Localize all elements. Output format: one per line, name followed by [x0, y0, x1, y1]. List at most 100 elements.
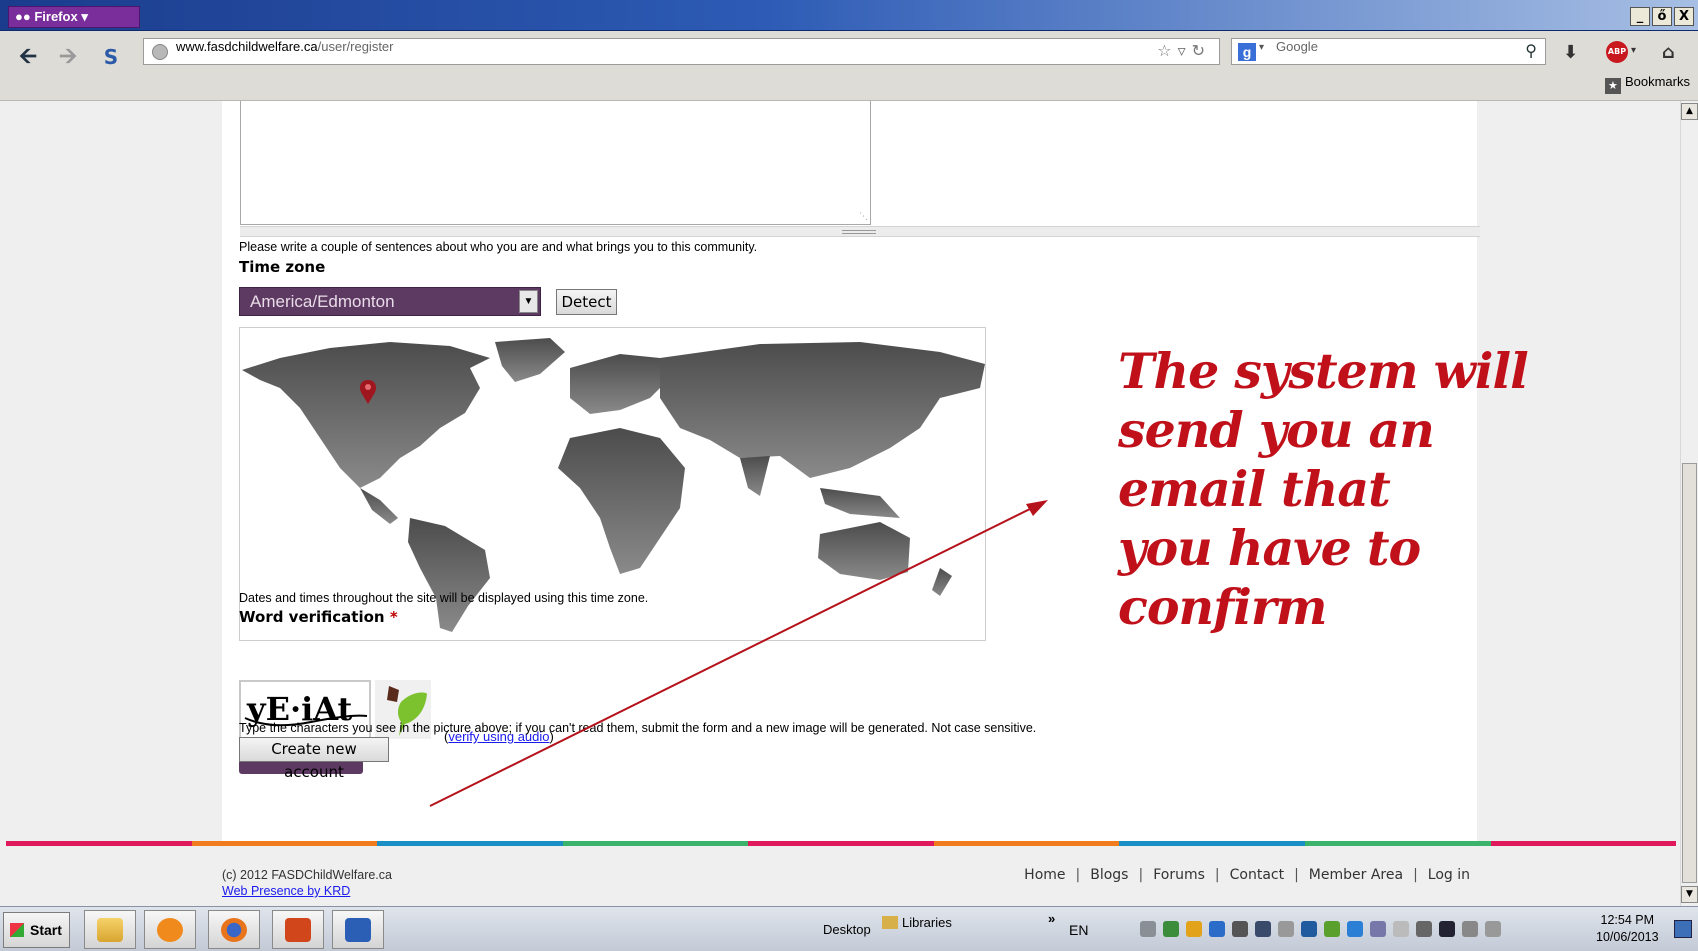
display-icon[interactable] — [1439, 921, 1455, 937]
download-icon[interactable]: ⬇ — [1563, 42, 1578, 63]
volume-icon[interactable] — [1485, 921, 1501, 937]
annotation-line: send you an — [1118, 401, 1435, 459]
powerpoint-icon — [285, 918, 311, 942]
app-tray-icon[interactable] — [1301, 921, 1317, 937]
about-me-textarea[interactable]: ⋱ — [240, 101, 871, 225]
url-path: /user/register — [317, 39, 394, 54]
close-button[interactable]: X — [1674, 7, 1694, 26]
firefox-menu-label: Firefox — [34, 9, 78, 24]
page-footer: (c) 2012 FASDChildWelfare.ca Web Presenc… — [0, 846, 1680, 906]
gadget-icon[interactable] — [1324, 921, 1340, 937]
reload-icon[interactable]: ↻ — [1192, 41, 1211, 60]
window-controls: _ ő X — [1630, 7, 1694, 26]
search-bar[interactable]: g ▾ Google ⚲ — [1231, 38, 1546, 65]
footer-link-forums[interactable]: Forums — [1153, 867, 1205, 883]
taskbar-firefox-button[interactable] — [208, 910, 260, 949]
footer-link-contact[interactable]: Contact — [1230, 867, 1284, 883]
url-bar[interactable]: www.fasdchildwelfare.ca/user/register ☆▿… — [143, 38, 1220, 65]
scroll-up-icon[interactable]: ▲ — [1681, 103, 1698, 120]
search-engine-dropdown-icon[interactable]: ▾ — [1259, 42, 1264, 53]
bookmarks-star-icon: ★ — [1604, 78, 1621, 94]
monitor-icon[interactable] — [1255, 921, 1271, 937]
annotation-line: The system will — [1118, 342, 1529, 400]
home-icon[interactable]: ⌂ — [1662, 42, 1675, 63]
footer-separator: | — [1138, 867, 1144, 883]
firefox-icon — [221, 918, 247, 942]
textarea-grippie[interactable] — [240, 226, 1480, 237]
captcha-description: Type the characters you see in the pictu… — [239, 721, 1037, 735]
start-button[interactable]: Start — [3, 912, 70, 948]
windows-taskbar: Start Desktop Libraries » EN 12:54 PM 10… — [0, 906, 1698, 951]
footer-separator: | — [1294, 867, 1299, 883]
usb-icon[interactable] — [1278, 921, 1294, 937]
create-account-button[interactable]: Create new account — [239, 737, 389, 781]
search-placeholder: Google — [1276, 39, 1318, 54]
adblock-icon[interactable]: ABP — [1606, 41, 1628, 63]
timezone-selected-value: America/Edmonton — [250, 292, 395, 311]
speaker-icon[interactable] — [1232, 921, 1248, 937]
security-icon[interactable] — [1163, 921, 1179, 937]
battery-icon[interactable] — [1416, 921, 1432, 937]
scrollbar-thumb[interactable] — [1682, 463, 1697, 883]
word-verification-text: Word verification — [239, 608, 385, 626]
footer-nav: Home | Blogs | Forums | Contact | Member Are… — [1024, 867, 1470, 883]
dropdown-arrow-icon[interactable]: ▿ — [1178, 41, 1192, 60]
show-desktop-icon[interactable] — [1674, 920, 1692, 938]
flag-icon[interactable] — [1393, 921, 1409, 937]
url-host: www.fasdchildwelfare.ca — [176, 39, 318, 54]
update-icon[interactable] — [1186, 921, 1202, 937]
url-text: www.fasdchildwelfare.ca/user/register — [176, 39, 394, 54]
navigation-toolbar: 🡨 🡪 S www.fasdchildwelfare.ca/user/regis… — [0, 31, 1698, 101]
system-clock[interactable]: 12:54 PM 10/06/2013 — [1596, 912, 1659, 946]
footer-link-blogs[interactable]: Blogs — [1090, 867, 1128, 883]
grippie-mark — [842, 230, 876, 234]
libraries-toolbar[interactable]: Libraries — [882, 915, 952, 930]
footer-credit-link[interactable]: Web Presence by KRD — [222, 884, 350, 898]
about-me-description: Please write a couple of sentences about… — [239, 240, 758, 254]
sync-icon[interactable]: S — [97, 44, 125, 70]
select-arrow-icon[interactable]: ▼ — [519, 290, 538, 313]
vertical-scrollbar[interactable]: ▲ ▼ — [1680, 101, 1698, 906]
timezone-description: Dates and times throughout the site will… — [239, 591, 649, 605]
screen: ●● Firefox ▾ _ ő X 🡨 🡪 S www.fasdchildwe… — [0, 0, 1698, 951]
language-indicator[interactable]: EN — [1069, 922, 1088, 938]
word-verification-label: Word verification * — [239, 608, 398, 626]
minimize-button[interactable]: _ — [1630, 7, 1650, 26]
adblock-dropdown-icon[interactable]: ▾ — [1631, 45, 1636, 56]
taskbar-media-player-button[interactable] — [144, 910, 196, 949]
footer-link-member-area[interactable]: Member Area — [1309, 867, 1403, 883]
detect-timezone-button[interactable]: Detect — [556, 289, 617, 315]
resize-handle-icon[interactable]: ⋱ — [859, 212, 868, 222]
scroll-down-icon[interactable]: ▼ — [1681, 886, 1698, 903]
signal-icon[interactable] — [1462, 921, 1478, 937]
forward-button[interactable]: 🡪 — [54, 44, 82, 70]
folder-icon — [97, 918, 123, 942]
footer-link-login[interactable]: Log in — [1428, 867, 1470, 883]
globe-icon — [152, 44, 168, 60]
windows-flag-icon — [10, 923, 24, 937]
media-player-icon — [157, 918, 183, 942]
sync-tray-icon[interactable] — [1347, 921, 1363, 937]
footer-link-home[interactable]: Home — [1024, 867, 1065, 883]
bookmarks-button[interactable]: ★ Bookmarks — [1604, 74, 1690, 94]
desktop-toolbar[interactable]: Desktop — [823, 922, 871, 937]
mail-tray-icon[interactable] — [1370, 921, 1386, 937]
annotation-line: confirm — [1118, 578, 1328, 636]
taskbar-word-button[interactable] — [332, 910, 384, 949]
toolbar-overflow-icon[interactable]: » — [1048, 911, 1055, 926]
taskbar-explorer-button[interactable] — [84, 910, 136, 949]
timezone-select[interactable]: America/Edmonton ▼ — [239, 287, 541, 316]
start-label: Start — [30, 922, 62, 938]
star-icon[interactable]: ☆ — [1157, 41, 1177, 60]
firefox-menu-button[interactable]: ●● Firefox ▾ — [8, 6, 140, 28]
taskbar-powerpoint-button[interactable] — [272, 910, 324, 949]
search-icon[interactable]: ⚲ — [1525, 41, 1537, 60]
network-icon[interactable] — [1209, 921, 1225, 937]
back-button[interactable]: 🡨 — [14, 44, 42, 70]
chevron-down-icon: ▾ — [81, 9, 88, 24]
word-icon — [345, 918, 371, 942]
footer-copyright: (c) 2012 FASDChildWelfare.ca — [222, 868, 392, 882]
restore-button[interactable]: ő — [1652, 7, 1672, 26]
keyboard-icon[interactable] — [1140, 921, 1156, 937]
annotation-callout: The system will send you an email that y… — [1118, 342, 1558, 637]
